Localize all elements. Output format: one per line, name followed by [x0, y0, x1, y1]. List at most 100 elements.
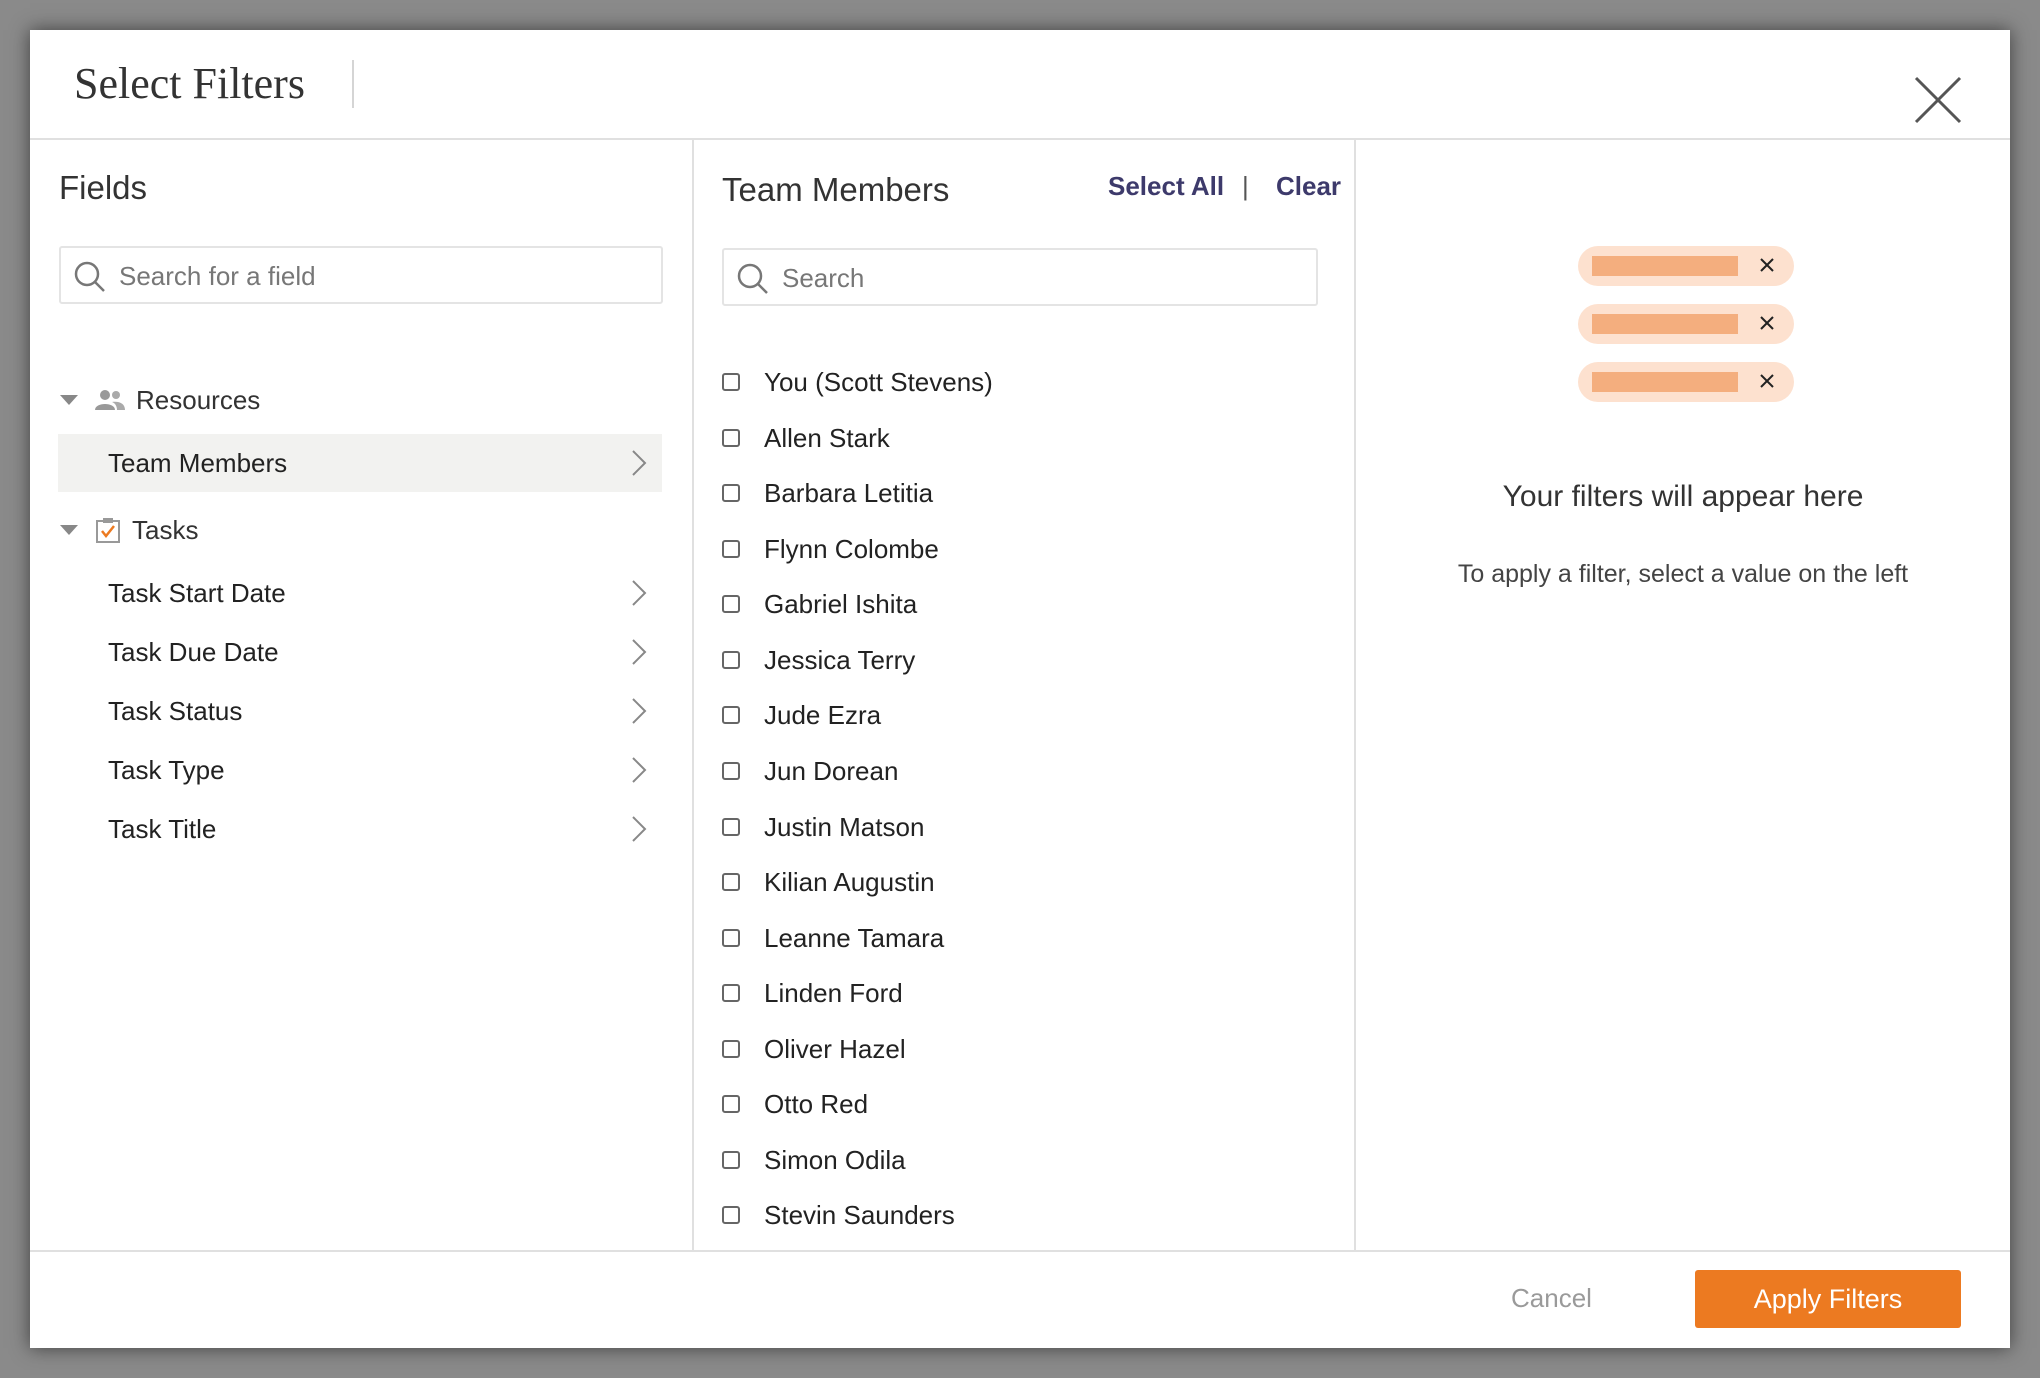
checkbox[interactable]: [722, 873, 740, 891]
group-tasks[interactable]: Tasks: [60, 510, 198, 550]
clear-link[interactable]: Clear: [1276, 168, 1341, 204]
field-label: Task Status: [108, 696, 243, 726]
member-option[interactable]: Otto Red: [722, 1084, 868, 1124]
member-label: Linden Ford: [764, 977, 903, 1008]
chevron-right-icon: [632, 816, 647, 842]
member-label: Jude Ezra: [764, 699, 882, 730]
fields-heading: Fields: [59, 169, 148, 206]
member-option[interactable]: Barbara Letitia: [722, 473, 933, 513]
checkbox[interactable]: [722, 818, 740, 836]
member-option[interactable]: Kilian Augustin: [722, 862, 935, 902]
team-members-heading: Team Members: [722, 171, 950, 208]
link-separator: |: [1242, 171, 1249, 201]
dialog-header: Select Filters: [30, 30, 2010, 140]
checkbox[interactable]: [722, 762, 740, 780]
member-option[interactable]: Jessica Terry: [722, 640, 915, 680]
filter-chip-graphic: [1578, 246, 1794, 286]
checkbox[interactable]: [722, 540, 740, 558]
member-label: Jun Dorean: [764, 755, 899, 786]
filter-chip-graphic: [1578, 362, 1794, 402]
checkbox[interactable]: [722, 929, 740, 947]
member-option[interactable]: Gabriel Ishita: [722, 584, 917, 624]
member-label: Jessica Terry: [764, 644, 916, 675]
dialog-title: Select Filters: [74, 59, 305, 108]
member-label: You (Scott Stevens): [764, 366, 993, 397]
member-option[interactable]: Stevin Saunders: [722, 1195, 955, 1235]
empty-state-title: Your filters will appear here: [1502, 480, 1864, 513]
search-icon: [74, 261, 105, 292]
field-item-task-type[interactable]: Task Type: [58, 741, 662, 799]
select-all-link[interactable]: Select All: [1108, 168, 1224, 204]
chevron-right-icon: [632, 698, 647, 724]
member-option[interactable]: Leanne Tamara: [722, 918, 944, 958]
chevron-right-icon: [632, 639, 647, 665]
empty-state-subtitle: To apply a filter, select a value on the…: [1457, 560, 1909, 588]
field-item-task-title[interactable]: Task Title: [58, 800, 662, 858]
task-checkbox-icon: [96, 518, 120, 543]
chevron-right-icon: [632, 757, 647, 783]
field-item-task-status[interactable]: Task Status: [58, 682, 662, 740]
cancel-button[interactable]: Cancel: [1505, 1282, 1598, 1315]
checkbox[interactable]: [722, 1040, 740, 1058]
search-icon: [737, 263, 768, 294]
member-label: Kilian Augustin: [764, 866, 935, 897]
field-label: Task Type: [108, 755, 225, 785]
member-option[interactable]: Linden Ford: [722, 973, 903, 1013]
caret-down-icon: [60, 525, 78, 535]
close-button[interactable]: [1910, 72, 1966, 128]
checkbox[interactable]: [722, 595, 740, 613]
member-label: Stevin Saunders: [764, 1199, 955, 1230]
chevron-right-icon: [632, 450, 647, 476]
field-item-team-members[interactable]: Team Members: [58, 434, 662, 492]
member-label: Otto Red: [764, 1088, 869, 1119]
caret-down-icon: [60, 395, 78, 405]
member-option[interactable]: Flynn Colombe: [722, 529, 939, 569]
filter-chip-graphic: [1578, 304, 1794, 344]
member-label: Justin Matson: [764, 811, 925, 842]
select-filters-dialog: Select Filters Fields Search for a field…: [30, 30, 2010, 1348]
checkbox[interactable]: [722, 1206, 740, 1224]
team-members-panel: Team Members Select All | Clear You (Sco…: [694, 140, 1356, 1250]
dialog-footer: Cancel Apply Filters: [30, 1250, 2010, 1348]
filter-chips-illustration: [1578, 246, 1794, 402]
title-divider: [352, 60, 354, 108]
member-label: Barbara Letitia: [764, 477, 934, 508]
checkbox[interactable]: [722, 429, 740, 447]
close-icon: [1914, 76, 1962, 124]
group-label-tasks: Tasks: [132, 514, 199, 545]
field-item-task-start-date[interactable]: Task Start Date: [58, 564, 662, 622]
field-label: Team Members: [108, 448, 288, 478]
member-option[interactable]: Simon Odila: [722, 1140, 906, 1180]
group-label-resources: Resources: [136, 384, 261, 415]
checkbox[interactable]: [722, 484, 740, 502]
checkbox[interactable]: [722, 651, 740, 669]
member-option[interactable]: Jude Ezra: [722, 695, 881, 735]
member-option[interactable]: Justin Matson: [722, 807, 924, 847]
people-icon: [95, 390, 125, 410]
member-label: Leanne Tamara: [764, 922, 945, 953]
member-option[interactable]: You (Scott Stevens): [722, 362, 993, 402]
member-label: Simon Odila: [764, 1144, 906, 1175]
field-search-input[interactable]: [117, 256, 651, 296]
chevron-right-icon: [632, 580, 647, 606]
group-resources[interactable]: Resources: [60, 380, 260, 420]
field-label: Task Title: [108, 814, 217, 844]
checkbox[interactable]: [722, 706, 740, 724]
member-label: Oliver Hazel: [764, 1033, 906, 1064]
member-option[interactable]: Allen Stark: [722, 418, 890, 458]
member-option[interactable]: Jun Dorean: [722, 751, 898, 791]
member-label: Gabriel Ishita: [764, 588, 918, 619]
applied-filters-panel: Your filters will appear here To apply a…: [1356, 140, 2010, 1250]
member-label: Allen Stark: [764, 422, 890, 453]
apply-filters-button[interactable]: Apply Filters: [1695, 1270, 1961, 1328]
checkbox[interactable]: [722, 1151, 740, 1169]
member-search-input[interactable]: [780, 258, 1306, 298]
checkbox[interactable]: [722, 373, 740, 391]
checkbox[interactable]: [722, 1095, 740, 1113]
field-item-task-due-date[interactable]: Task Due Date: [58, 623, 662, 681]
checkbox[interactable]: [722, 984, 740, 1002]
member-option[interactable]: Oliver Hazel: [722, 1029, 906, 1069]
fields-panel: Fields Resources Team Members: [30, 140, 694, 1250]
field-label: Task Start Date: [108, 578, 286, 608]
member-search-box: [722, 248, 1318, 306]
